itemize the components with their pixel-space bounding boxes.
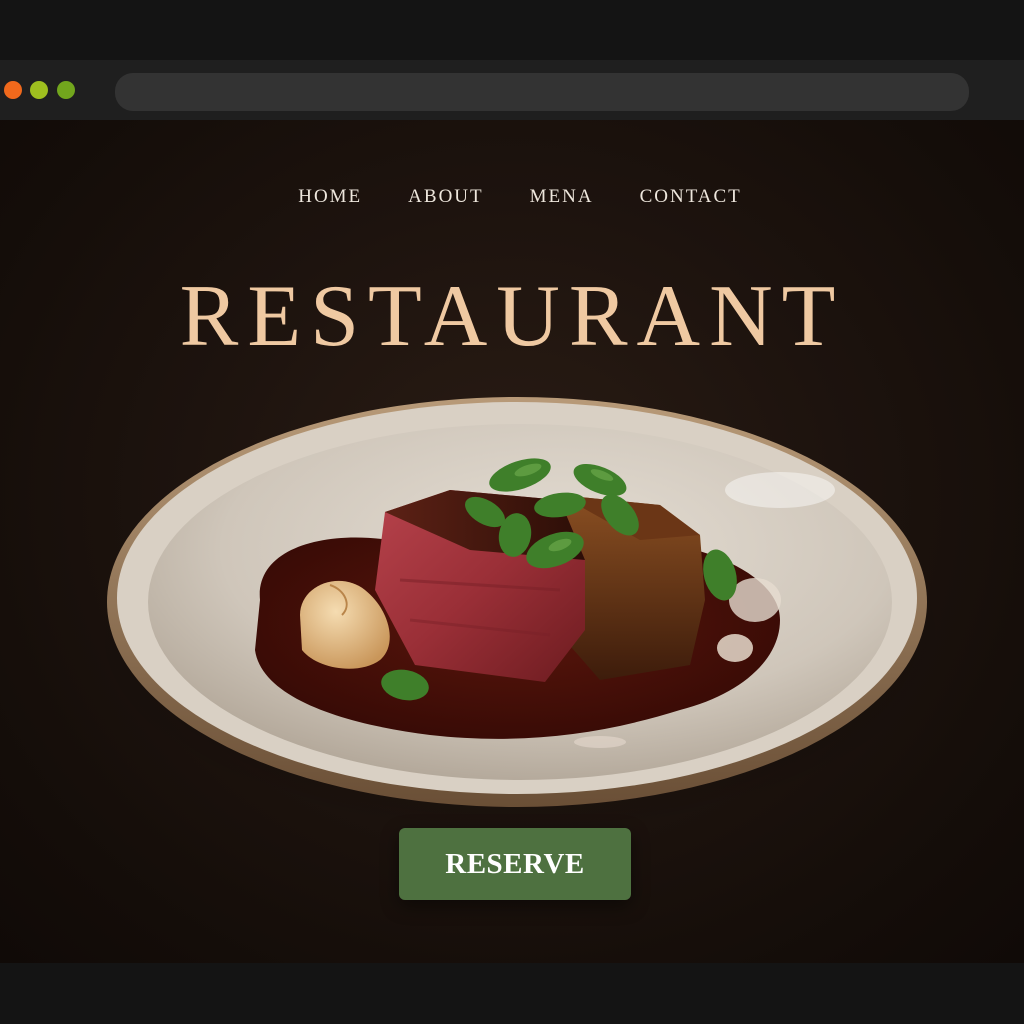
bottom-frame bbox=[0, 963, 1024, 1024]
window-minimize-button[interactable] bbox=[30, 81, 48, 99]
page-title: RESTAURANT bbox=[179, 268, 845, 365]
nav-link-about[interactable]: ABOUT bbox=[408, 186, 483, 208]
nav-link-menu[interactable]: MENA bbox=[530, 186, 594, 208]
address-bar[interactable] bbox=[115, 73, 969, 111]
nav-link-contact[interactable]: CONTACT bbox=[640, 186, 742, 208]
top-frame bbox=[0, 0, 1024, 60]
main-navigation: HOME ABOUT MENA CONTACT bbox=[0, 186, 1024, 208]
reserve-button[interactable]: RESERVE bbox=[399, 828, 631, 900]
hero-section: HOME ABOUT MENA CONTACT RESTAURANT RESER… bbox=[0, 120, 1024, 963]
nav-link-home[interactable]: HOME bbox=[298, 186, 362, 208]
window-close-button[interactable] bbox=[4, 81, 22, 99]
window-maximize-button[interactable] bbox=[57, 81, 75, 99]
